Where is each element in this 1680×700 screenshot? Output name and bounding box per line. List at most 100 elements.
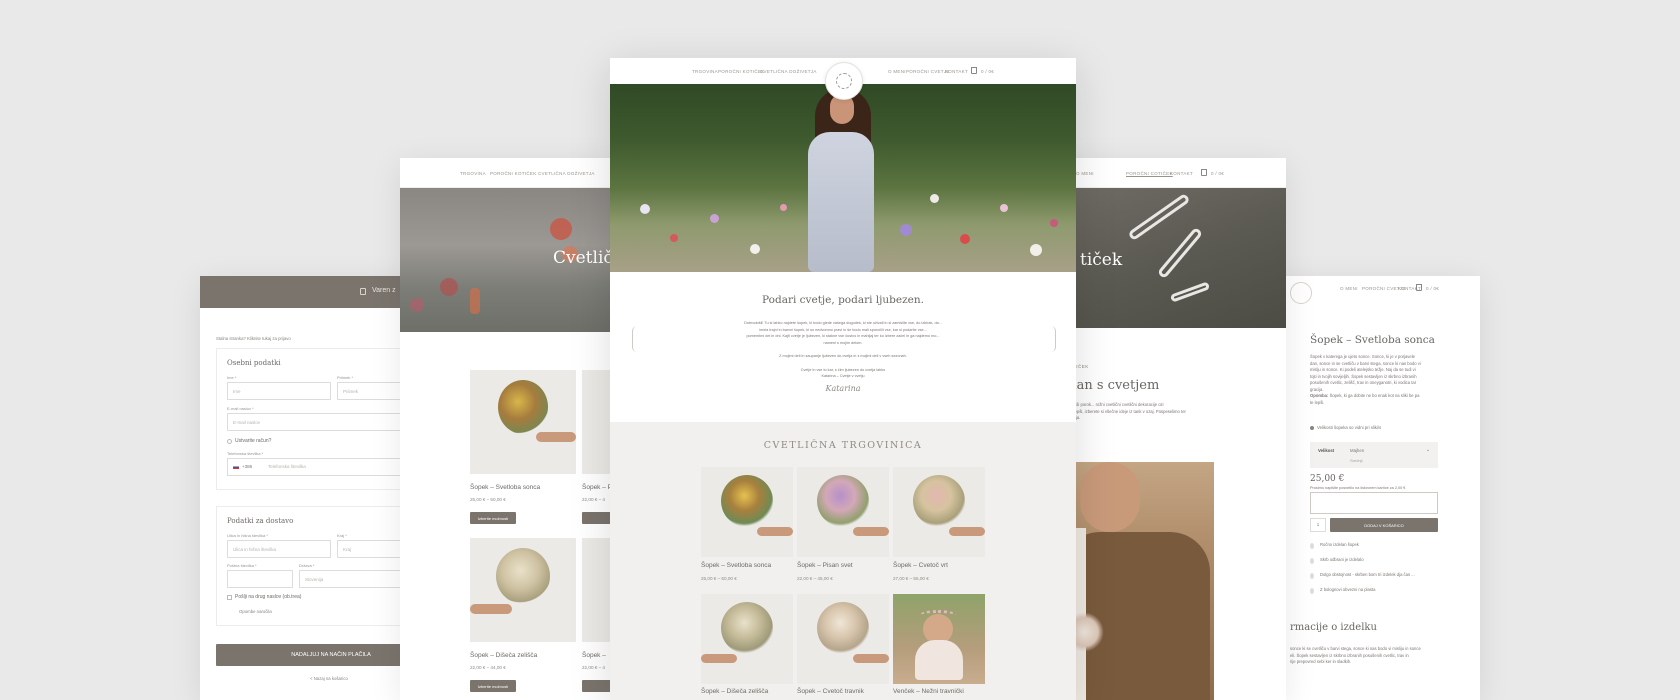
select-options-button[interactable]: Izberite možnosti bbox=[470, 512, 516, 524]
home-page: TRGOVINA POROČNI KOTIČEK CVETLIČNA DOŽIV… bbox=[610, 58, 1076, 700]
nav-contact[interactable]: KONTAKT bbox=[1170, 171, 1193, 176]
feature-text: Ročno izdelan šopek bbox=[1320, 542, 1359, 548]
product-name[interactable]: Venček – Nežni travnički bbox=[893, 688, 964, 695]
bouquet-shape bbox=[817, 475, 869, 527]
info-line: rije prepovred sebi ker in sladkih. bbox=[1290, 659, 1352, 664]
quantity-stepper[interactable]: 1 bbox=[1310, 518, 1326, 532]
size-value: Majhen bbox=[1350, 448, 1365, 453]
cart-total[interactable]: 0 / 0€ bbox=[981, 69, 994, 74]
street-input[interactable]: Ulica in hišna številka bbox=[227, 540, 331, 558]
cart-icon[interactable] bbox=[1416, 284, 1422, 291]
feature-item: Z bolognovi obvezni na plasta bbox=[1310, 583, 1415, 598]
product-name[interactable]: Šopek – Svetloba sonca bbox=[470, 484, 540, 491]
product-name[interactable]: Šopek – P bbox=[582, 484, 612, 491]
cart-total[interactable]: 0 / 0€ bbox=[1426, 286, 1439, 291]
feature-text: Z bolognovi obvezni na plasta bbox=[1320, 587, 1376, 593]
product-name[interactable]: Šopek – Dišeča zeliščа bbox=[470, 652, 537, 659]
feature-text: Skrb odbrani je izdelalo bbox=[1320, 557, 1364, 563]
hand-shape bbox=[536, 432, 576, 442]
nav-wedding[interactable]: POROČNI KOTIČEK bbox=[718, 69, 765, 74]
add-to-cart-button[interactable]: DODAJ V KOŠARICO bbox=[1330, 518, 1438, 532]
field-flower bbox=[1000, 204, 1008, 212]
product-name[interactable]: Šopek – bbox=[582, 652, 606, 659]
field-flower bbox=[750, 244, 760, 254]
product-image[interactable] bbox=[797, 594, 889, 684]
product-image[interactable] bbox=[893, 594, 985, 684]
product-image[interactable] bbox=[701, 594, 793, 684]
product-name[interactable]: Šopek – Svetloba sonca bbox=[701, 562, 771, 569]
nav-about[interactable]: O MENI bbox=[1340, 286, 1358, 291]
note-text: Šopek, ki ga dobite ne bo enak kot na sl… bbox=[1329, 393, 1420, 398]
product-name[interactable]: Šopek – Pisan svet bbox=[797, 562, 853, 569]
back-to-cart-link[interactable]: < Nazaj na košarico bbox=[310, 676, 348, 681]
size-label: Velikost bbox=[1318, 448, 1335, 453]
first-name-input[interactable]: Ime bbox=[227, 382, 331, 400]
intro-line: Katarina – Cvetje v cvetju bbox=[821, 374, 865, 378]
hero-flower bbox=[440, 278, 458, 296]
info-radio-icon bbox=[1310, 426, 1314, 430]
last-name-label: Priimek * bbox=[337, 375, 354, 380]
face-shape bbox=[1080, 462, 1140, 532]
intro-line: dekoracija. bbox=[1060, 415, 1186, 422]
other-address-checkbox[interactable] bbox=[227, 595, 232, 600]
nav-wedding-flowers[interactable]: POROČNI CVETJE bbox=[906, 69, 950, 74]
leaf-icon bbox=[1310, 542, 1314, 549]
city-label: Kraj * bbox=[337, 533, 347, 538]
nav-about[interactable]: O MENI bbox=[888, 69, 906, 74]
nav-shop[interactable]: TRGOVINA bbox=[692, 69, 718, 74]
product-image[interactable] bbox=[470, 370, 576, 474]
bouquet-shape bbox=[913, 475, 965, 527]
create-account-checkbox[interactable] bbox=[227, 439, 232, 444]
bouquet-shape bbox=[498, 380, 548, 434]
product-image[interactable] bbox=[797, 467, 889, 557]
wedding-hero-title: tiček bbox=[1080, 250, 1123, 270]
product-image[interactable] bbox=[470, 538, 576, 642]
product-price: 27,00 € – 55,00 € bbox=[893, 576, 929, 581]
field-flower bbox=[900, 224, 912, 236]
cart-total[interactable]: 0 / 0€ bbox=[1211, 171, 1224, 176]
shop-section: CVETLIČNA TRGOVINICA Šopek – Svetloba so… bbox=[610, 422, 1076, 700]
returning-customer-note[interactable]: Stalna stranka? Kliknite tukaj za prijav… bbox=[216, 336, 291, 341]
leaf-icon bbox=[1310, 587, 1314, 594]
cart-icon[interactable] bbox=[971, 67, 977, 74]
wedding-nav: O MENI POROČNI COTIČEK KONTAKT 0 / 0€ bbox=[1060, 158, 1286, 188]
dress-shape bbox=[808, 132, 874, 272]
phone-placeholder: Telefonska številka bbox=[268, 464, 306, 469]
product-info-title: rmacije o izdelku bbox=[1290, 622, 1377, 633]
postal-input[interactable] bbox=[227, 570, 293, 588]
logo bbox=[1290, 282, 1312, 304]
cart-icon[interactable] bbox=[1201, 169, 1207, 176]
botanical-left-icon bbox=[632, 326, 642, 352]
select-options-button[interactable]: Izberite možnosti bbox=[470, 680, 516, 692]
hand-shape bbox=[470, 604, 512, 614]
nav-contact[interactable]: KONTAKT bbox=[945, 69, 968, 74]
feature-item: Dolgo obstojnost - skrben bom tri izdele… bbox=[1310, 568, 1415, 583]
product-title: Šopek – Svetloba sonca bbox=[1310, 334, 1435, 346]
product-image[interactable] bbox=[701, 467, 793, 557]
size-selector[interactable]: Velikost Majhen ⌄ Srednji bbox=[1310, 442, 1438, 468]
product-name[interactable]: Šopek – Dišeča zelišča bbox=[701, 688, 768, 695]
nav-shop[interactable]: TRGOVINA bbox=[460, 171, 486, 176]
product-name[interactable]: Šopek – Cvetoč travnik bbox=[797, 688, 864, 695]
size-hint: Srednji bbox=[1350, 458, 1363, 463]
nav-experiences[interactable]: CVETLIČNA DOŽIVETJA bbox=[760, 69, 817, 74]
hand-shape bbox=[757, 527, 793, 536]
feature-item: Skrb odbrani je izdelalo bbox=[1310, 553, 1415, 568]
product-image[interactable] bbox=[893, 467, 985, 557]
bouquet-shape bbox=[721, 475, 773, 527]
hero-flower bbox=[470, 288, 480, 314]
message-input[interactable] bbox=[1310, 492, 1438, 514]
product-name[interactable]: Šopek – Cvetoč vrt bbox=[893, 562, 948, 569]
hand-shape bbox=[853, 654, 889, 663]
feature-item: Ročno izdelan šopek bbox=[1310, 538, 1415, 553]
shoe-shape bbox=[1156, 226, 1204, 280]
order-notes-label[interactable]: Opombe naročila bbox=[239, 609, 272, 614]
nav-wedding-corner[interactable]: POROČNI COTIČEK bbox=[1126, 171, 1173, 176]
nav-experiences[interactable]: CVETLIČNA DOŽIVETJA bbox=[538, 171, 595, 176]
create-account-label: Ustvarite račun? bbox=[235, 438, 272, 444]
note-text-2: te lepši. bbox=[1310, 399, 1325, 405]
shop-nav: TRGOVINA POROČNI KOTIČEK CVETLIČNA DOŽIV… bbox=[400, 158, 620, 188]
hand-shape bbox=[949, 527, 985, 536]
nav-wedding[interactable]: POROČNI KOTIČEK bbox=[490, 171, 537, 176]
nav-about[interactable]: O MENI bbox=[1076, 171, 1094, 176]
